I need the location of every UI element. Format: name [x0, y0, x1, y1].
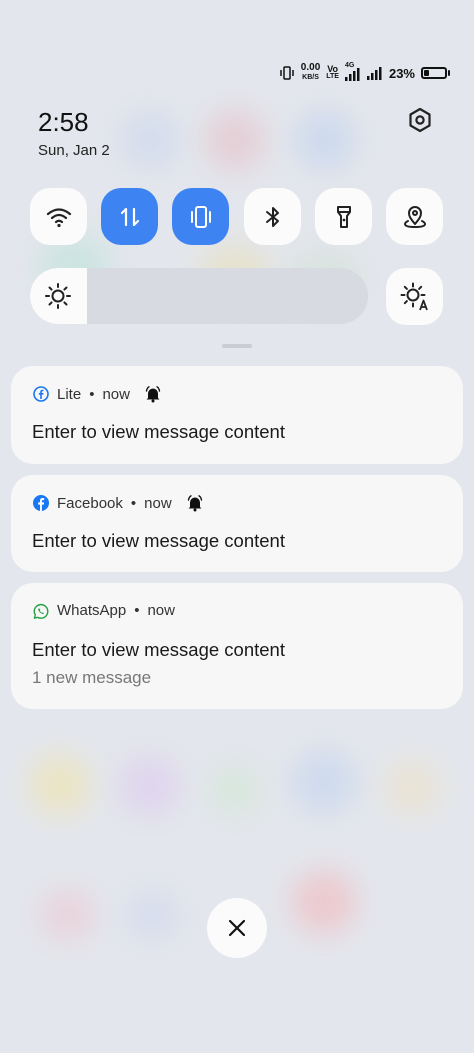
notification-app-name: Facebook [57, 494, 123, 512]
location-icon [403, 205, 426, 228]
notification-app-name: Lite [57, 385, 82, 403]
bell-icon [145, 386, 161, 403]
status-bar: 0.00 KB/S Vo LTE 4G 23% [279, 62, 450, 84]
notification-time: now [102, 385, 130, 403]
settings-button[interactable] [404, 104, 436, 136]
notification-time: now [144, 494, 172, 512]
network-type: 4G [344, 62, 355, 69]
vibrate-icon [190, 205, 211, 228]
notification-title: Enter to view message content [32, 639, 285, 660]
separator-dot: • [134, 602, 140, 619]
notification-title: Enter to view message content [32, 530, 285, 551]
battery-icon [421, 67, 450, 79]
location-toggle[interactable] [386, 188, 443, 245]
bell-icon [187, 495, 202, 512]
signal-icon [344, 68, 360, 81]
notification-app-name: WhatsApp [57, 602, 127, 619]
signal-sim1: 4G [344, 62, 361, 81]
network-speed-unit: KB/S [302, 74, 319, 81]
battery-percent: 23% [388, 65, 415, 81]
wifi-toggle[interactable] [30, 188, 87, 245]
volte-bottom: LTE [326, 73, 339, 80]
auto-brightness-icon [400, 282, 428, 310]
facebook-icon [33, 495, 49, 511]
signal-sim2-icon [366, 67, 382, 80]
clock-time: 2:58 [38, 107, 89, 137]
notification-title: Enter to view message content [32, 421, 285, 442]
mobile-data-icon [120, 207, 139, 226]
panel-drag-handle[interactable] [222, 344, 252, 348]
wifi-icon [46, 207, 71, 227]
brightness-icon [45, 283, 71, 309]
settings-icon [409, 107, 431, 133]
notification-header: WhatsApp • now [33, 602, 175, 619]
network-speed: 0.00 KB/S [301, 63, 320, 83]
separator-dot: • [89, 385, 95, 403]
clock-date: Sun, Jan 2 [38, 142, 110, 159]
volte-top: Vo [327, 64, 339, 74]
mobile-data-toggle[interactable] [101, 188, 158, 245]
facebook-lite-icon [33, 386, 49, 402]
notification-header: Facebook • now [33, 494, 204, 512]
flashlight-toggle[interactable] [315, 188, 372, 245]
notification-card-facebook[interactable]: Facebook • now Enter to view message con… [11, 475, 463, 572]
notification-subtitle: 1 new message [32, 668, 152, 687]
vibrate-status-icon [280, 66, 294, 80]
vibrate-toggle[interactable] [172, 188, 229, 245]
notification-card-whatsapp[interactable]: WhatsApp • now Enter to view message con… [11, 583, 463, 709]
notification-card-lite[interactable]: Lite • now Enter to view message content [11, 366, 463, 464]
bluetooth-icon [265, 206, 279, 227]
notification-time: now [147, 602, 175, 619]
volte-indicator: Vo LTE [326, 64, 339, 81]
network-speed-value: 0.00 [300, 62, 321, 73]
separator-dot: • [130, 494, 137, 512]
notification-header: Lite • now [33, 385, 162, 403]
clear-all-button[interactable] [207, 898, 267, 958]
whatsapp-icon [33, 603, 49, 619]
auto-brightness-button[interactable] [386, 268, 443, 325]
bluetooth-toggle[interactable] [244, 188, 301, 245]
brightness-slider[interactable] [30, 268, 368, 324]
close-icon [228, 919, 246, 937]
flashlight-icon [336, 205, 351, 228]
